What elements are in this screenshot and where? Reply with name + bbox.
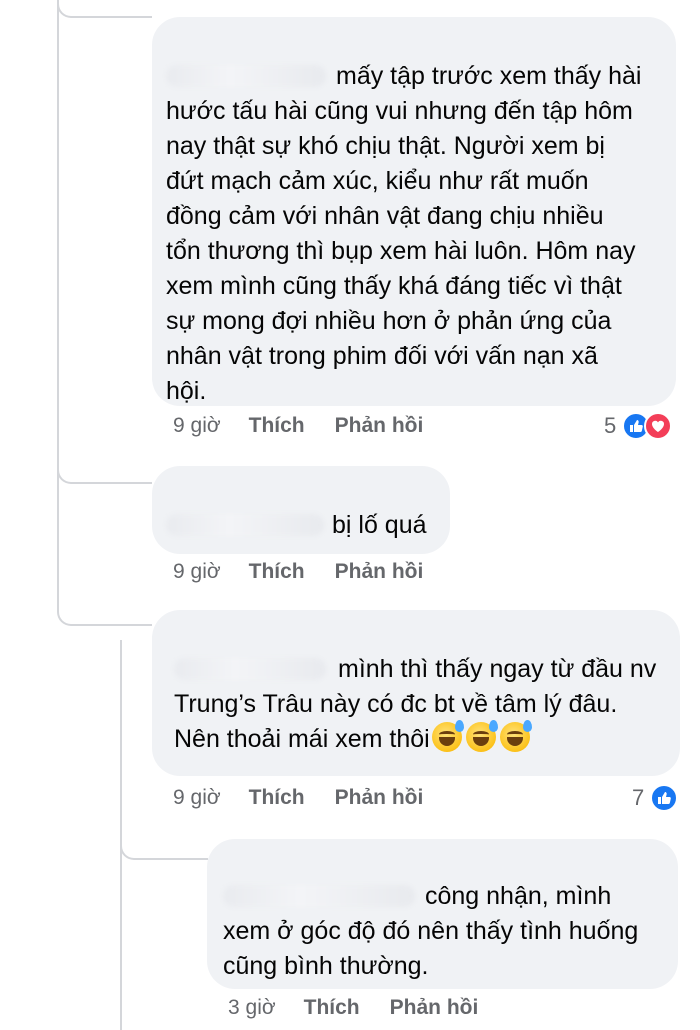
reply-button[interactable]: Phản hồi [335, 414, 424, 438]
like-button[interactable]: Thích [249, 786, 305, 810]
like-button[interactable]: Thích [249, 560, 305, 584]
comment-timestamp[interactable]: 9 giờ [173, 786, 221, 810]
comment-thread: mấy tập trước xem thấy hài hước tấu hài … [0, 0, 700, 1030]
author-name-blurred[interactable] [223, 885, 415, 907]
comment-text-line: Trung’s Trâu này có đc bt về tâm lý đâu. [174, 687, 664, 722]
comment-body: mấy tập trước xem thấy hài hước tấu hài … [166, 62, 642, 405]
reaction-count: 5 [604, 413, 617, 438]
author-name-blurred[interactable] [174, 658, 326, 680]
comment-timestamp[interactable]: 9 giờ [173, 560, 221, 584]
comment-timestamp[interactable]: 3 giờ [228, 996, 276, 1020]
comment-timestamp[interactable]: 9 giờ [173, 414, 221, 438]
reaction-count: 7 [632, 785, 645, 810]
comment-actions: 9 giờ Thích Phản hồi [173, 786, 453, 810]
author-name-blurred[interactable] [166, 65, 326, 87]
comment-body-line: Trung’s Trâu này có đc bt về tâm lý đâu. [174, 690, 618, 718]
reply-bubble: công nhận, mình xem ở góc độ đó nên thấy… [207, 839, 678, 989]
love-icon [644, 412, 673, 440]
like-button[interactable]: Thích [249, 414, 305, 438]
reply-button[interactable]: Phản hồi [335, 560, 424, 584]
comment-body: bị lố quá [332, 511, 427, 539]
thread-connector [57, 0, 152, 18]
grinning-sweat-emoji [499, 720, 532, 752]
comment-bubble: bị lố quá [152, 466, 450, 554]
comment-bubble: mình thì thấy ngay từ đầu nv Trung’s Trâ… [152, 610, 680, 776]
comment-actions: 3 giờ Thích Phản hồi [228, 996, 508, 1020]
thread-connector [57, 448, 152, 484]
comment-text-line: mình thì thấy ngay từ đầu nv [174, 652, 664, 687]
reply-button[interactable]: Phản hồi [335, 786, 424, 810]
comment-text: mấy tập trước xem thấy hài hước tấu hài … [166, 59, 654, 409]
comment-actions: 9 giờ Thích Phản hồi [173, 560, 453, 584]
comment-body-line: mình thì thấy ngay từ đầu nv [338, 655, 657, 683]
reply-button[interactable]: Phản hồi [390, 996, 479, 1020]
like-button[interactable]: Thích [304, 996, 360, 1020]
comment-text-line: Nên thoải mái xem thôi [174, 720, 664, 757]
comment-text: bị lố quá [166, 508, 430, 543]
grinning-sweat-emoji [431, 720, 464, 752]
comment-actions: 9 giờ Thích Phản hồi [173, 414, 453, 438]
comment-body-line: Nên thoải mái xem thôi [174, 725, 430, 753]
thread-connector [57, 590, 152, 626]
comment-text: công nhận, mình xem ở góc độ đó nên thấy… [223, 879, 664, 984]
thread-connector [120, 830, 208, 860]
reaction-summary[interactable]: 7 [632, 784, 679, 812]
comment-bubble: mấy tập trước xem thấy hài hước tấu hài … [152, 17, 676, 406]
thread-line [57, 0, 59, 600]
reaction-summary[interactable]: 5 [604, 412, 673, 440]
grinning-sweat-emoji [465, 720, 498, 752]
author-name-blurred[interactable] [166, 514, 324, 536]
like-icon [650, 784, 679, 812]
